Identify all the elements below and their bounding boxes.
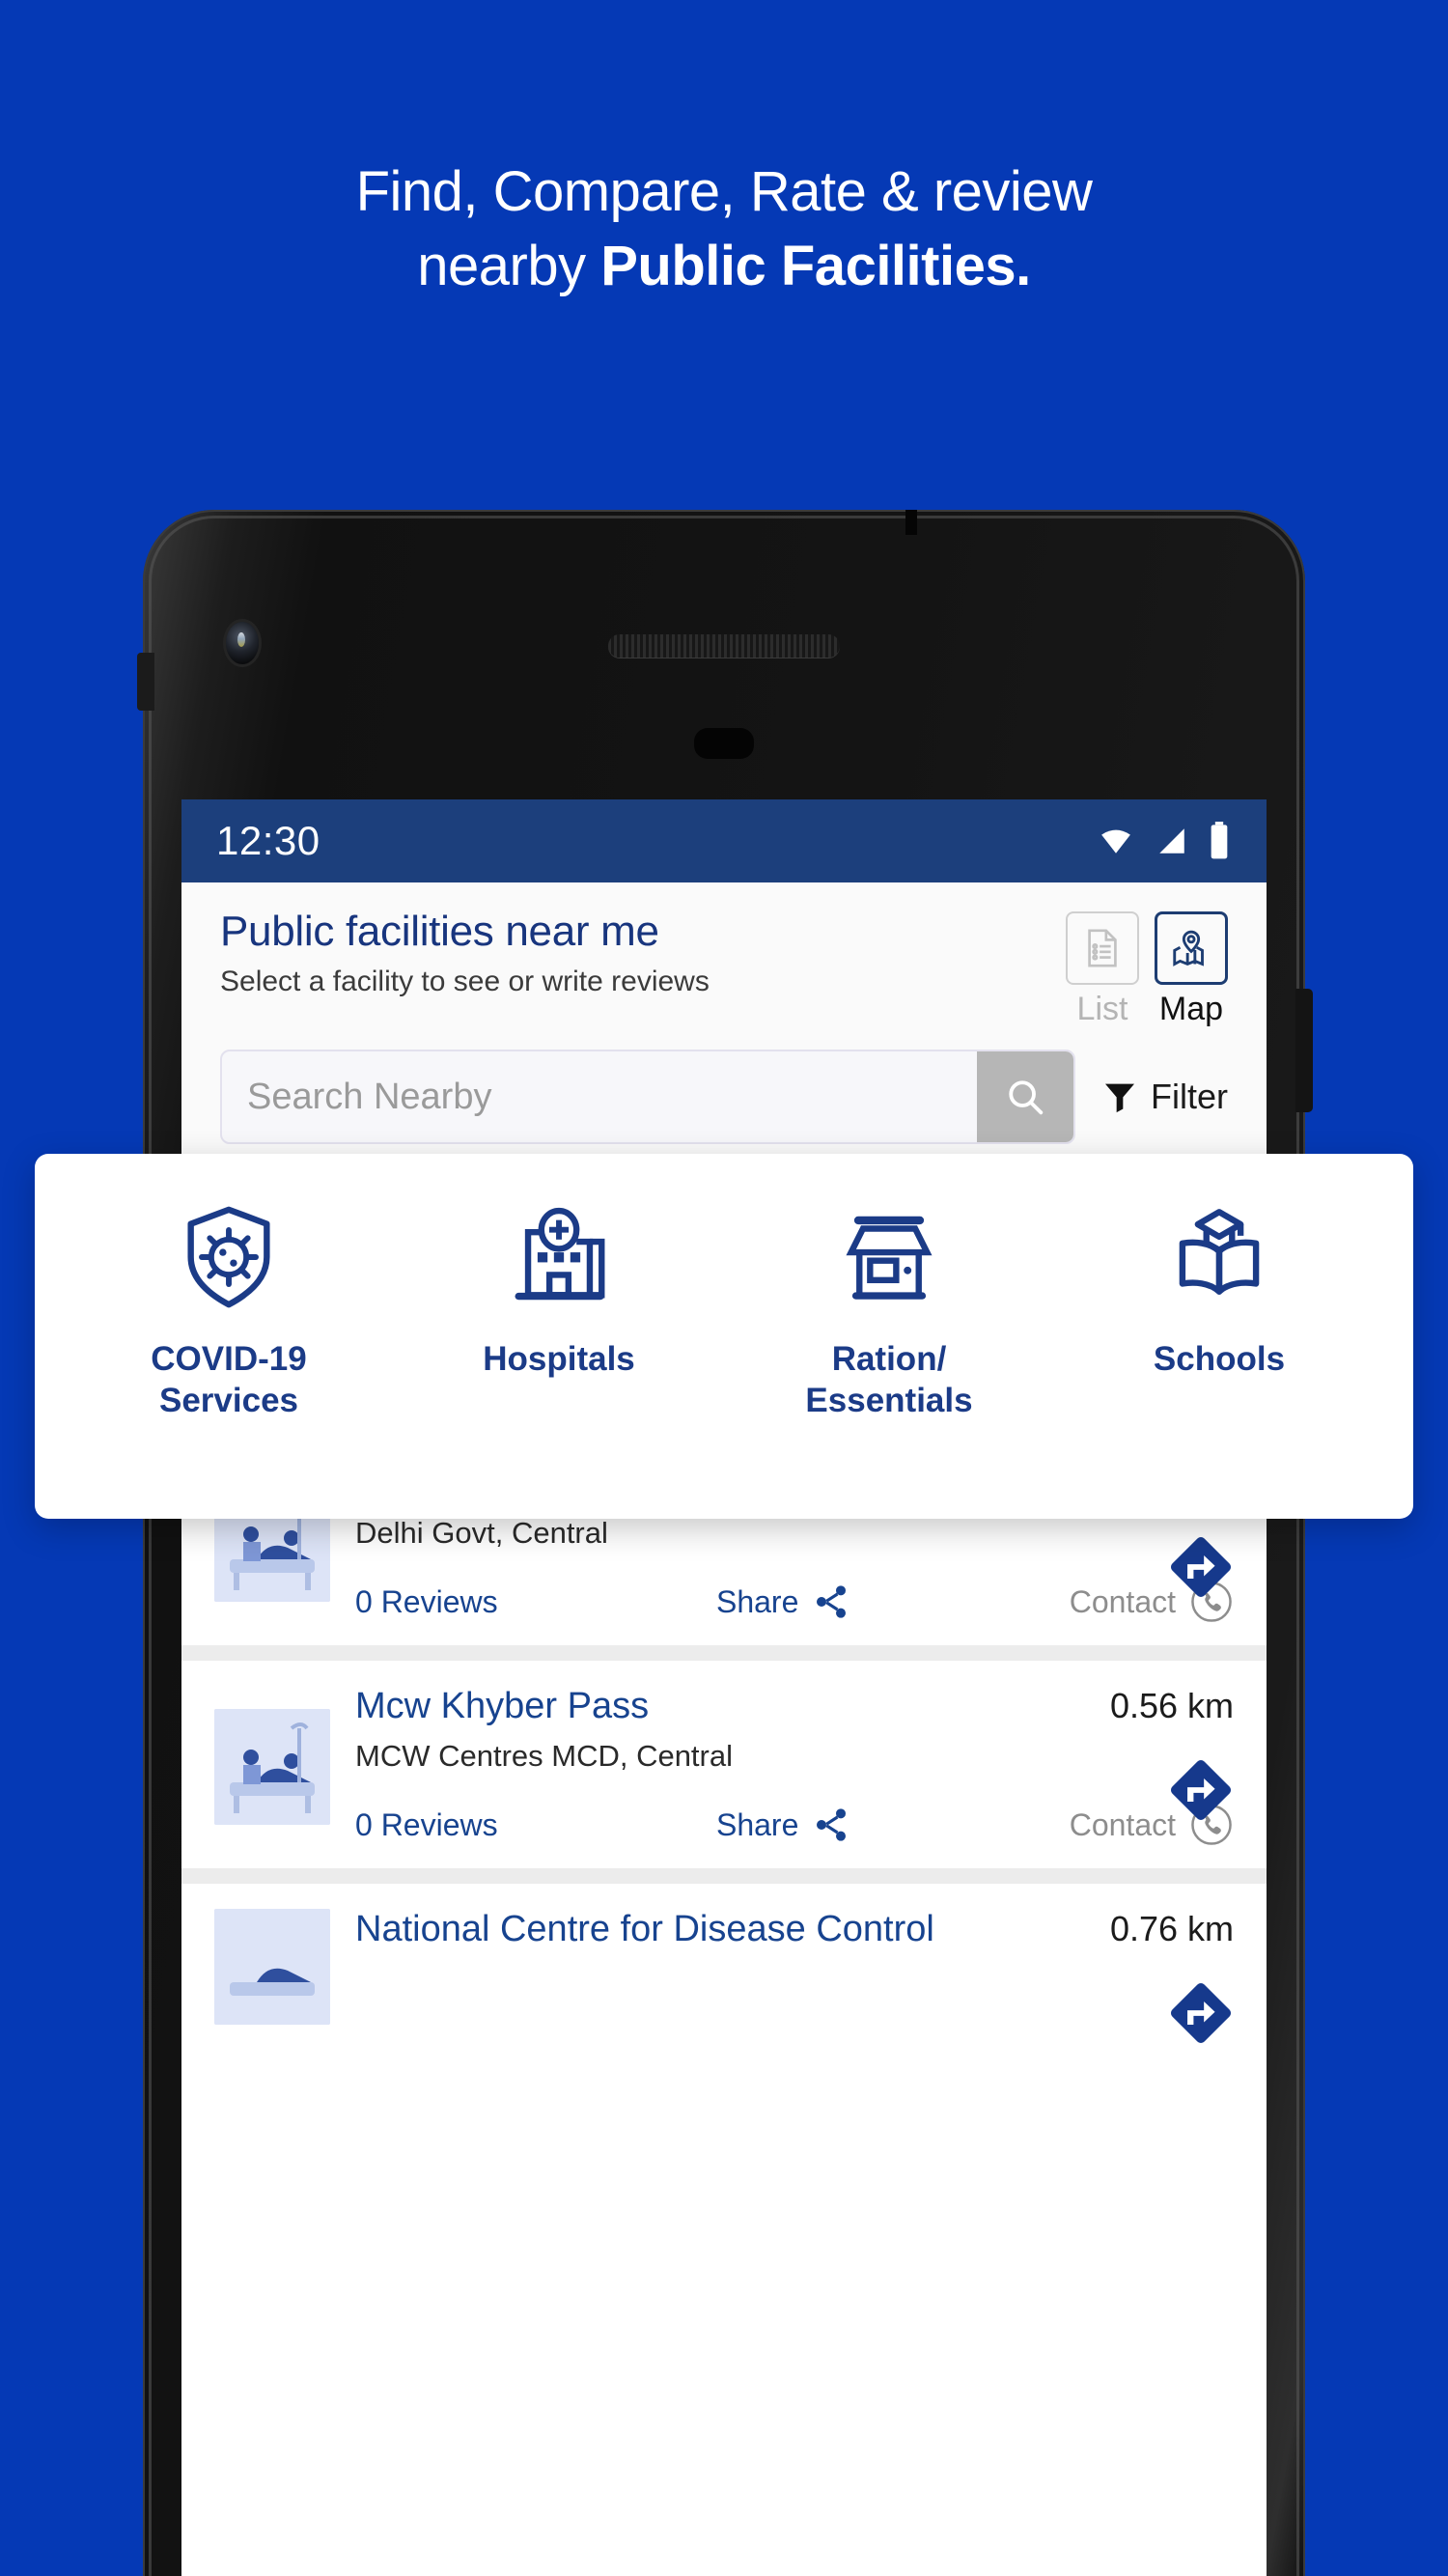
- filter-button[interactable]: Filter: [1100, 1077, 1228, 1117]
- hospital-building-icon: [515, 1207, 605, 1301]
- facility-reviews-link[interactable]: 0 Reviews: [355, 1584, 498, 1620]
- phone-power-button[interactable]: [1295, 989, 1313, 1112]
- category-label-line1: Schools: [1153, 1340, 1286, 1378]
- view-toggle-list-label: List: [1076, 991, 1128, 1027]
- signal-icon: [1159, 828, 1184, 854]
- category-label: COVID-19 Services: [151, 1339, 306, 1421]
- facility-top: National Centre for Disease Control 0.76…: [355, 1909, 1234, 1950]
- phone-left-button[interactable]: [137, 653, 154, 711]
- hospital-bed-icon: [214, 1708, 330, 1825]
- status-clock: 12:30: [216, 818, 320, 863]
- facility-top: Mcw Khyber Pass 0.56 km: [355, 1686, 1234, 1727]
- search-icon: [1009, 1080, 1044, 1115]
- facility-address: Delhi Govt, Central: [355, 1516, 608, 1550]
- facility-reviews-link[interactable]: 0 Reviews: [355, 1807, 498, 1843]
- category-label: Ration/ Essentials: [805, 1339, 972, 1421]
- view-toggle-map[interactable]: Map: [1155, 911, 1228, 1028]
- facility-distance: 0.76 km: [1109, 1909, 1234, 1948]
- headline-line-2-bold: Public Facilities.: [600, 234, 1031, 297]
- status-icon-group: [1095, 822, 1232, 860]
- view-toggle-list[interactable]: List: [1066, 911, 1139, 1028]
- headline-line-1: Find, Compare, Rate & review: [355, 160, 1093, 223]
- category-label: Schools: [1154, 1339, 1285, 1381]
- map-pin-icon: [1155, 911, 1228, 985]
- facility-body: Mcw Khyber Pass 0.56 km MCW Centres MCD,…: [355, 1686, 1234, 1847]
- shield-virus-icon: [187, 1206, 270, 1308]
- category-hospitals[interactable]: Hospitals: [414, 1200, 704, 1381]
- search-input[interactable]: Search Nearby: [222, 1077, 977, 1118]
- phone-antenna-line: [905, 510, 917, 535]
- hospital-bed-illustration: [214, 1708, 330, 1825]
- share-button[interactable]: Share: [716, 1806, 850, 1844]
- share-label: Share: [715, 1583, 799, 1619]
- view-toggle: List Map: [1066, 908, 1228, 1028]
- contact-label: Contact: [1069, 1583, 1176, 1619]
- front-camera-icon: [226, 622, 259, 664]
- category-label-line2: Essentials: [805, 1381, 973, 1419]
- contact-label: Contact: [1069, 1806, 1176, 1842]
- table-row[interactable]: National Centre for Disease Control 0.76…: [181, 1884, 1267, 2046]
- facility-actions: 0 Reviews Share Contact: [355, 1580, 1234, 1624]
- category-label-line1: COVID-19: [151, 1340, 307, 1378]
- share-label: Share: [715, 1806, 799, 1842]
- facility-address: MCW Centres MCD, Central: [355, 1739, 733, 1773]
- directions-arrow-icon: [1170, 1759, 1232, 1821]
- share-icon: [817, 1808, 847, 1841]
- category-covid-19-services[interactable]: COVID-19 Services: [84, 1200, 374, 1421]
- funnel-icon: [1105, 1083, 1134, 1113]
- category-label: Hospitals: [483, 1339, 635, 1381]
- wifi-icon: [1101, 829, 1130, 854]
- page-subtitle: Select a facility to see or write review…: [220, 966, 710, 997]
- category-schools[interactable]: Schools: [1074, 1200, 1364, 1381]
- promo-headline: Find, Compare, Rate & review nearby Publ…: [0, 160, 1448, 297]
- share-icon: [817, 1585, 847, 1618]
- phone-mockup: 12:30 Public facilities near me Select a…: [137, 510, 1313, 2576]
- facility-name[interactable]: Mcw Khyber Pass: [355, 1686, 649, 1727]
- app-header: Public facilities near me Select a facil…: [181, 882, 1267, 1028]
- headline-line-2: nearby Public Facilities.: [0, 234, 1448, 297]
- page-title: Public facilities near me: [220, 908, 659, 955]
- directions-arrow-icon: [1170, 1982, 1232, 2044]
- graduation-book-icon: [1179, 1209, 1260, 1295]
- status-bar: 12:30: [181, 799, 1267, 882]
- facility-list[interactable]: Dgd Old Sectretariat 0.24 km Delhi Govt,…: [181, 1434, 1267, 2046]
- table-row[interactable]: Mcw Khyber Pass 0.56 km MCW Centres MCD,…: [181, 1661, 1267, 1868]
- directions-button[interactable]: [1164, 1753, 1238, 1832]
- facility-distance: 0.56 km: [1109, 1686, 1234, 1725]
- proximity-sensor: [694, 728, 754, 759]
- directions-button[interactable]: [1164, 1530, 1238, 1609]
- category-label-line1: Hospitals: [483, 1340, 635, 1378]
- category-label-line1: Ration/: [831, 1340, 947, 1378]
- search-row: Search Nearby Filter: [181, 1028, 1267, 1167]
- battery-icon: [1211, 822, 1228, 859]
- category-label-line2: Services: [158, 1381, 299, 1419]
- hospital-bed-illustration: [214, 1909, 330, 2025]
- headline-line-2-normal: nearby: [417, 234, 601, 297]
- category-ration-essentials[interactable]: Ration/ Essentials: [744, 1200, 1034, 1421]
- share-button[interactable]: Share: [716, 1582, 850, 1621]
- earpiece-speaker: [608, 634, 840, 658]
- hospital-bed-icon: [214, 1909, 330, 2025]
- list-document-icon: [1066, 911, 1139, 985]
- facility-name[interactable]: National Centre for Disease Control: [355, 1909, 934, 1950]
- search-button[interactable]: [977, 1051, 1073, 1142]
- directions-arrow-icon: [1170, 1536, 1232, 1598]
- phone-screen: 12:30 Public facilities near me Select a…: [181, 799, 1267, 2576]
- filter-label: Filter: [1151, 1077, 1228, 1116]
- facility-body: National Centre for Disease Control 0.76…: [355, 1909, 1234, 2025]
- category-overlay-card: COVID-19 Services Hospitals Ration/ Esse…: [35, 1154, 1413, 1519]
- search-input-wrapper[interactable]: Search Nearby: [220, 1050, 1075, 1144]
- header-text-block: Public facilities near me Select a facil…: [220, 908, 710, 998]
- store-shop-icon: [846, 1216, 933, 1300]
- facility-actions: 0 Reviews Share Contact: [355, 1803, 1234, 1847]
- view-toggle-map-label: Map: [1158, 991, 1224, 1027]
- directions-button[interactable]: [1164, 1976, 1238, 2055]
